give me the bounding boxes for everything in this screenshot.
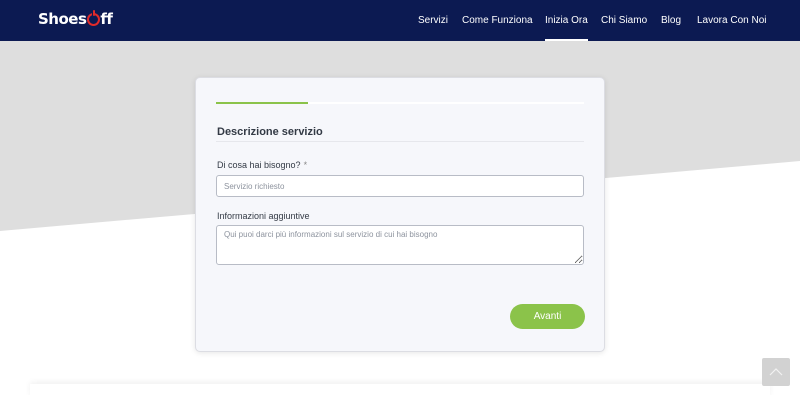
scroll-to-top-button[interactable] (762, 358, 790, 386)
chevron-up-icon (769, 368, 783, 376)
nav-blog[interactable]: Blog (661, 15, 681, 26)
nav-inizia-ora[interactable]: Inizia Ora (545, 15, 588, 41)
form-progress-fill (216, 102, 308, 104)
next-button[interactable]: Avanti (510, 304, 585, 329)
nav-lavora-con-noi[interactable]: Lavora Con Noi (697, 15, 766, 26)
need-label: Di cosa hai bisogno? * (217, 160, 307, 170)
service-needed-input[interactable] (216, 175, 584, 197)
info-label: Informazioni aggiuntive (217, 211, 310, 221)
power-o-icon (87, 9, 101, 26)
additional-info-textarea[interactable] (216, 225, 584, 265)
logo-text-prefix: Shoes (38, 10, 87, 28)
need-label-text: Di cosa hai bisogno? (217, 160, 301, 170)
section-divider (216, 141, 584, 142)
logo-text-suffix: ff (100, 10, 113, 28)
top-navbar: Shoes ff Servizi Come Funziona Inizia Ora… (0, 0, 800, 41)
required-mark: * (303, 160, 308, 170)
form-progress-bar (216, 102, 584, 104)
shoesoff-logo[interactable]: Shoes ff (38, 9, 113, 28)
next-section-edge (30, 384, 770, 395)
section-title: Descrizione servizio (217, 126, 323, 138)
nav-servizi[interactable]: Servizi (418, 15, 448, 26)
nav-come-funziona[interactable]: Come Funziona (462, 15, 533, 26)
service-request-card: Descrizione servizio Di cosa hai bisogno… (195, 77, 605, 352)
nav-chi-siamo[interactable]: Chi Siamo (601, 15, 647, 26)
